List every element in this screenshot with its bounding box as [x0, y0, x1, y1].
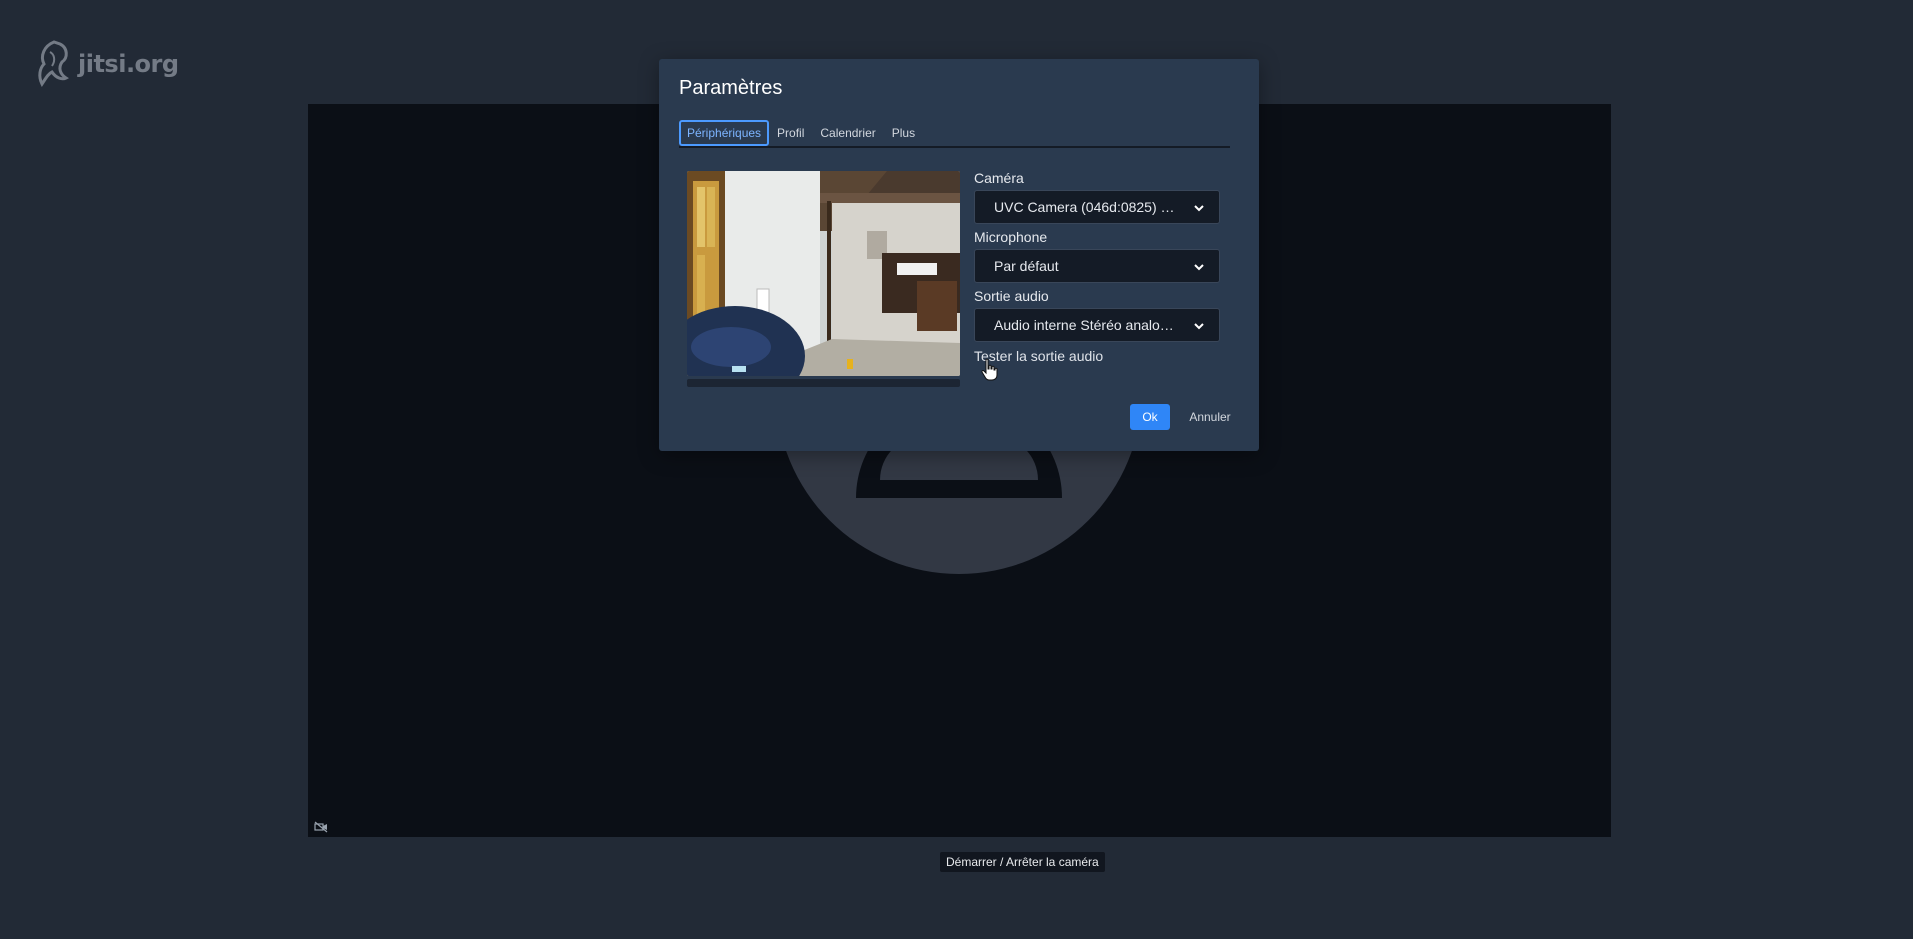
chevron-down-icon — [1194, 205, 1204, 212]
audio-output-select[interactable]: Audio interne Stéréo analogique — [974, 308, 1220, 342]
settings-dialog: Paramètres Périphériques Profil Calendri… — [659, 59, 1259, 451]
camera-select-value: UVC Camera (046d:0825) (046d:0825) — [994, 199, 1179, 215]
camera-select[interactable]: UVC Camera (046d:0825) (046d:0825) — [974, 190, 1220, 224]
camera-off-icon — [314, 821, 328, 833]
microphone-label: Microphone — [974, 229, 1048, 245]
microphone-select[interactable]: Par défaut — [974, 249, 1220, 283]
audio-level-bar — [687, 379, 960, 387]
meeting-screen: jitsi.org Démarrer / Arrêter la caméra P… — [0, 0, 1913, 939]
tab-devices[interactable]: Périphériques — [679, 120, 770, 146]
logo-text: jitsi.org — [78, 50, 179, 78]
jitsi-logo-icon — [38, 40, 69, 87]
microphone-select-value: Par défaut — [994, 258, 1059, 274]
tab-more[interactable]: Plus — [884, 120, 923, 146]
camera-label: Caméra — [974, 170, 1024, 186]
ok-button[interactable]: Ok — [1130, 404, 1170, 430]
camera-toggle-tooltip: Démarrer / Arrêter la caméra — [940, 852, 1105, 872]
dialog-title: Paramètres — [679, 77, 783, 99]
audio-output-label: Sortie audio — [974, 288, 1049, 304]
chevron-down-icon — [1194, 264, 1204, 271]
settings-tabs: Périphériques Profil Calendrier Plus — [679, 120, 1230, 148]
tab-profile[interactable]: Profil — [769, 120, 812, 146]
audio-output-select-value: Audio interne Stéréo analogique — [994, 317, 1179, 333]
jitsi-watermark[interactable]: jitsi.org — [34, 38, 179, 90]
hand-cursor-icon — [981, 358, 998, 381]
camera-preview — [687, 171, 960, 376]
chevron-down-icon — [1194, 323, 1204, 330]
tab-calendar[interactable]: Calendrier — [812, 120, 883, 146]
camera-preview-image — [687, 171, 960, 376]
cancel-button[interactable]: Annuler — [1179, 404, 1241, 430]
